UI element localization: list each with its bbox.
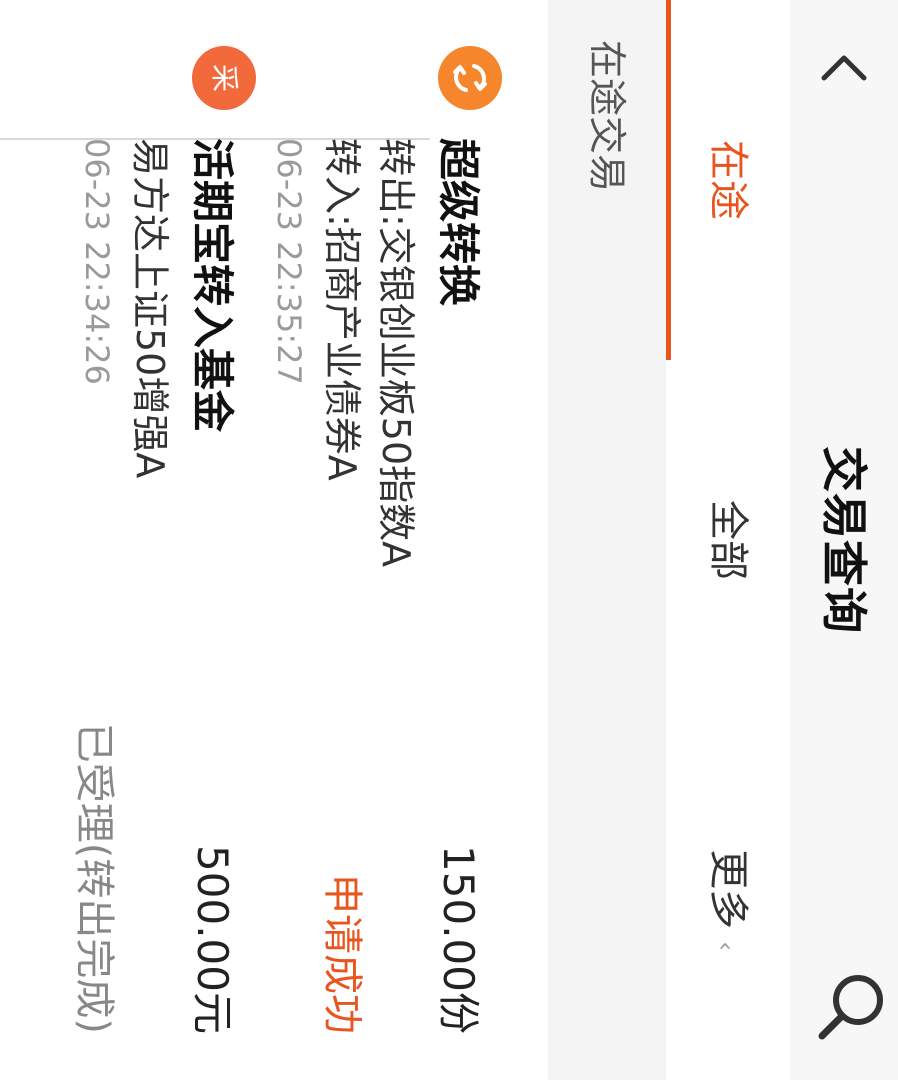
tab-all-label: 全部	[705, 500, 751, 580]
tab-all[interactable]: 全部	[666, 360, 790, 720]
tab-bar: 在途 全部 更多 ‹	[665, 0, 790, 1080]
status-badge: 申请成功	[319, 874, 365, 1034]
transaction-from: 转出:交银创业板50指数A	[374, 138, 418, 568]
transaction-time: 06-23 22:34:26	[78, 138, 116, 385]
transaction-item[interactable]: 超级转换 转出:交银创业板50指数A 转入:招商产业债券A 06-23 22:3…	[262, 0, 502, 1080]
tab-more-label: 更多	[705, 849, 751, 930]
chevron-down-icon: ‹	[712, 941, 740, 951]
cai-badge-char: 采	[208, 63, 241, 92]
transaction-to: 转入:招商产业债券A	[320, 138, 364, 481]
transaction-amount: 150.00份	[434, 845, 483, 1034]
page-title: 交易查询	[817, 446, 871, 634]
app-frame: 交易查询 在途 全部 更多 ‹ 在途交易 超级转换 转出:交银创业板50指数A 转…	[0, 0, 898, 1080]
section-label: 在途交易	[585, 40, 629, 193]
tab-more[interactable]: 更多 ‹	[666, 720, 790, 1080]
transaction-title: 超级转换	[434, 138, 483, 307]
nav-header: 交易查询	[789, 0, 898, 1080]
transaction-time: 06-23 22:35:27	[270, 138, 308, 385]
transaction-list: 超级转换 转出:交银创业板50指数A 转入:招商产业债券A 06-23 22:3…	[0, 0, 548, 1080]
cai-badge-icon: 采	[192, 46, 256, 110]
tab-in-transit[interactable]: 在途	[666, 0, 790, 360]
swap-icon	[438, 46, 502, 110]
transaction-title: 活期宝转入基金	[188, 138, 237, 433]
transaction-fund: 易方达上证50增强A	[128, 138, 172, 479]
active-tab-indicator	[666, 0, 671, 360]
transaction-item[interactable]: 采 活期宝转入基金 易方达上证50增强A 06-23 22:34:26 500.…	[6, 0, 256, 1080]
search-icon[interactable]	[812, 966, 892, 1046]
status-badge: 已受理(转出完成)	[71, 722, 117, 1034]
transaction-amount: 500.00元	[188, 845, 237, 1034]
section-header: 在途交易	[548, 0, 666, 1080]
tab-in-transit-label: 在途	[705, 140, 751, 220]
